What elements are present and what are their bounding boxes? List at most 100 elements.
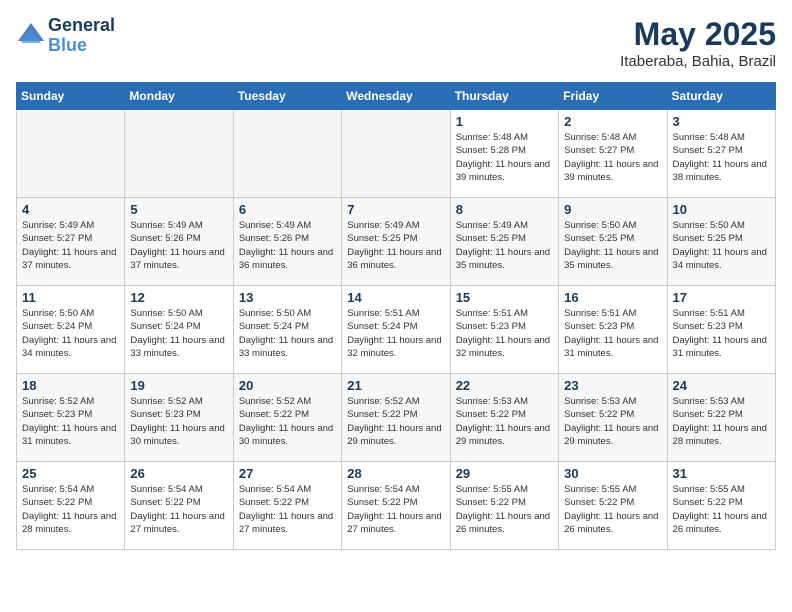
day-number: 1 (456, 114, 553, 129)
month-title: May 2025 (620, 16, 776, 53)
calendar-cell: 17 Sunrise: 5:51 AMSunset: 5:23 PMDayligh… (667, 286, 775, 374)
cell-info: Sunrise: 5:55 AMSunset: 5:22 PMDaylight:… (673, 483, 770, 536)
cell-info: Sunrise: 5:54 AMSunset: 5:22 PMDaylight:… (130, 483, 227, 536)
day-number: 11 (22, 290, 119, 305)
calendar-cell: 22 Sunrise: 5:53 AMSunset: 5:22 PMDayligh… (450, 374, 558, 462)
calendar-cell: 7Sunrise: 5:49 AMSunset: 5:25 PMDaylight… (342, 198, 450, 286)
weekday-header: Friday (559, 83, 667, 110)
calendar-cell: 16 Sunrise: 5:51 AMSunset: 5:23 PMDayligh… (559, 286, 667, 374)
cell-info: Sunrise: 5:53 AMSunset: 5:22 PMDaylight:… (673, 395, 770, 448)
calendar-week-row: 25 Sunrise: 5:54 AMSunset: 5:22 PMDayligh… (17, 462, 776, 550)
calendar-cell (233, 110, 341, 198)
calendar-cell: 21Sunrise: 5:52 AMSunset: 5:22 PMDayligh… (342, 374, 450, 462)
day-number: 4 (22, 202, 119, 217)
day-number: 26 (130, 466, 227, 481)
calendar-cell: 11 Sunrise: 5:50 AMSunset: 5:24 PMDayligh… (17, 286, 125, 374)
calendar-cell: 13 Sunrise: 5:50 AMSunset: 5:24 PMDayligh… (233, 286, 341, 374)
day-number: 28 (347, 466, 444, 481)
weekday-header: Monday (125, 83, 233, 110)
day-number: 25 (22, 466, 119, 481)
cell-info: Sunrise: 5:50 AMSunset: 5:24 PMDaylight:… (22, 307, 119, 360)
day-number: 16 (564, 290, 661, 305)
logo: GeneralBlue (16, 16, 115, 56)
weekday-header: Tuesday (233, 83, 341, 110)
calendar-cell: 10Sunrise: 5:50 AMSunset: 5:25 PMDayligh… (667, 198, 775, 286)
cell-info: Sunrise: 5:54 AMSunset: 5:22 PMDaylight:… (239, 483, 336, 536)
calendar-cell: 4 Sunrise: 5:49 AMSunset: 5:27 PMDaylight… (17, 198, 125, 286)
day-number: 13 (239, 290, 336, 305)
calendar-cell: 6 Sunrise: 5:49 AMSunset: 5:26 PMDaylight… (233, 198, 341, 286)
day-number: 24 (673, 378, 770, 393)
day-number: 21 (347, 378, 444, 393)
cell-info: Sunrise: 5:49 AMSunset: 5:26 PMDaylight:… (239, 219, 336, 272)
calendar-cell: 12 Sunrise: 5:50 AMSunset: 5:24 PMDayligh… (125, 286, 233, 374)
cell-info: Sunrise: 5:54 AMSunset: 5:22 PMDaylight:… (22, 483, 119, 536)
cell-info: Sunrise: 5:54 AMSunset: 5:22 PMDaylight:… (347, 483, 444, 536)
location-title: Itaberaba, Bahia, Brazil (620, 53, 776, 70)
calendar-cell: 24 Sunrise: 5:53 AMSunset: 5:22 PMDayligh… (667, 374, 775, 462)
calendar-cell: 2 Sunrise: 5:48 AMSunset: 5:27 PMDaylight… (559, 110, 667, 198)
day-number: 9 (564, 202, 661, 217)
day-number: 29 (456, 466, 553, 481)
calendar-cell: 19Sunrise: 5:52 AMSunset: 5:23 PMDayligh… (125, 374, 233, 462)
cell-info: Sunrise: 5:48 AMSunset: 5:27 PMDaylight:… (564, 131, 661, 184)
calendar-week-row: 18Sunrise: 5:52 AMSunset: 5:23 PMDayligh… (17, 374, 776, 462)
calendar-cell (17, 110, 125, 198)
calendar-cell: 18Sunrise: 5:52 AMSunset: 5:23 PMDayligh… (17, 374, 125, 462)
cell-info: Sunrise: 5:48 AMSunset: 5:28 PMDaylight:… (456, 131, 553, 184)
cell-info: Sunrise: 5:55 AMSunset: 5:22 PMDaylight:… (564, 483, 661, 536)
logo-icon (16, 21, 46, 51)
cell-info: Sunrise: 5:48 AMSunset: 5:27 PMDaylight:… (673, 131, 770, 184)
cell-info: Sunrise: 5:55 AMSunset: 5:22 PMDaylight:… (456, 483, 553, 536)
cell-info: Sunrise: 5:51 AMSunset: 5:24 PMDaylight:… (347, 307, 444, 360)
calendar-cell: 26 Sunrise: 5:54 AMSunset: 5:22 PMDayligh… (125, 462, 233, 550)
day-number: 12 (130, 290, 227, 305)
day-number: 17 (673, 290, 770, 305)
cell-info: Sunrise: 5:53 AMSunset: 5:22 PMDaylight:… (564, 395, 661, 448)
cell-info: Sunrise: 5:49 AMSunset: 5:26 PMDaylight:… (130, 219, 227, 272)
cell-info: Sunrise: 5:51 AMSunset: 5:23 PMDaylight:… (673, 307, 770, 360)
day-number: 31 (673, 466, 770, 481)
cell-info: Sunrise: 5:53 AMSunset: 5:22 PMDaylight:… (456, 395, 553, 448)
day-number: 30 (564, 466, 661, 481)
cell-info: Sunrise: 5:52 AMSunset: 5:22 PMDaylight:… (239, 395, 336, 448)
day-number: 5 (130, 202, 227, 217)
cell-info: Sunrise: 5:49 AMSunset: 5:25 PMDaylight:… (456, 219, 553, 272)
day-number: 27 (239, 466, 336, 481)
title-block: May 2025 Itaberaba, Bahia, Brazil (620, 16, 776, 70)
day-number: 3 (673, 114, 770, 129)
cell-info: Sunrise: 5:50 AMSunset: 5:25 PMDaylight:… (673, 219, 770, 272)
calendar-cell: 3 Sunrise: 5:48 AMSunset: 5:27 PMDaylight… (667, 110, 775, 198)
cell-info: Sunrise: 5:50 AMSunset: 5:24 PMDaylight:… (239, 307, 336, 360)
calendar-cell: 9 Sunrise: 5:50 AMSunset: 5:25 PMDaylight… (559, 198, 667, 286)
calendar-cell: 20 Sunrise: 5:52 AMSunset: 5:22 PMDayligh… (233, 374, 341, 462)
calendar-cell: 25 Sunrise: 5:54 AMSunset: 5:22 PMDayligh… (17, 462, 125, 550)
day-number: 14 (347, 290, 444, 305)
calendar-cell (342, 110, 450, 198)
weekday-header: Sunday (17, 83, 125, 110)
day-number: 15 (456, 290, 553, 305)
calendar-cell: 1 Sunrise: 5:48 AMSunset: 5:28 PMDaylight… (450, 110, 558, 198)
day-number: 6 (239, 202, 336, 217)
cell-info: Sunrise: 5:52 AMSunset: 5:23 PMDaylight:… (130, 395, 227, 448)
day-number: 22 (456, 378, 553, 393)
calendar-cell: 29 Sunrise: 5:55 AMSunset: 5:22 PMDayligh… (450, 462, 558, 550)
day-number: 2 (564, 114, 661, 129)
cell-info: Sunrise: 5:51 AMSunset: 5:23 PMDaylight:… (564, 307, 661, 360)
calendar-cell (125, 110, 233, 198)
calendar-cell: 28 Sunrise: 5:54 AMSunset: 5:22 PMDayligh… (342, 462, 450, 550)
logo-text: GeneralBlue (48, 16, 115, 56)
calendar-cell: 14 Sunrise: 5:51 AMSunset: 5:24 PMDayligh… (342, 286, 450, 374)
day-number: 20 (239, 378, 336, 393)
cell-info: Sunrise: 5:51 AMSunset: 5:23 PMDaylight:… (456, 307, 553, 360)
page-header: GeneralBlue May 2025 Itaberaba, Bahia, B… (16, 16, 776, 70)
cell-info: Sunrise: 5:50 AMSunset: 5:25 PMDaylight:… (564, 219, 661, 272)
cell-info: Sunrise: 5:49 AMSunset: 5:27 PMDaylight:… (22, 219, 119, 272)
weekday-header: Thursday (450, 83, 558, 110)
weekday-header-row: SundayMondayTuesdayWednesdayThursdayFrid… (17, 83, 776, 110)
calendar-table: SundayMondayTuesdayWednesdayThursdayFrid… (16, 82, 776, 550)
calendar-cell: 23 Sunrise: 5:53 AMSunset: 5:22 PMDayligh… (559, 374, 667, 462)
calendar-week-row: 1 Sunrise: 5:48 AMSunset: 5:28 PMDaylight… (17, 110, 776, 198)
cell-info: Sunrise: 5:50 AMSunset: 5:24 PMDaylight:… (130, 307, 227, 360)
day-number: 23 (564, 378, 661, 393)
